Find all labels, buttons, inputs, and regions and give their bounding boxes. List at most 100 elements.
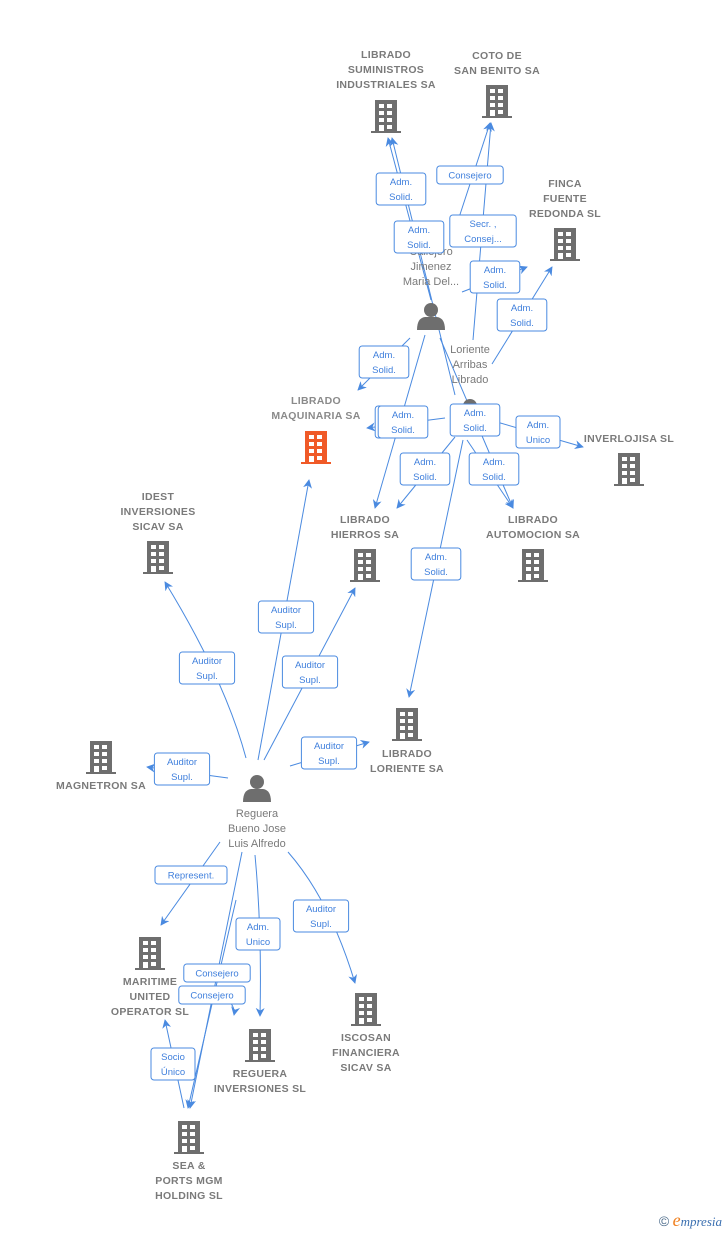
edge-label-reguera-to-seaports[interactable]: Consejero <box>183 963 251 983</box>
edge-label-text: Solid. <box>483 280 507 291</box>
node-label: Loriente <box>450 344 490 356</box>
building-icon <box>550 228 580 261</box>
node-label: Bueno Jose <box>228 823 286 835</box>
node-label: HIERROS SA <box>331 529 399 541</box>
node-label: COTO DE <box>472 50 522 62</box>
node-callejero[interactable]: CallejeroJimenezMaria Del... <box>403 246 459 330</box>
node-label: INDUSTRIALES SA <box>336 79 436 91</box>
node-label: REDONDA SL <box>529 208 601 220</box>
edge-label-reguera-to-hierros[interactable]: Auditor Supl. <box>281 655 339 689</box>
empresia-logo-initial: e <box>672 1210 681 1230</box>
node-reguera[interactable]: Reguera Bueno Jose Luis Alfredo <box>228 775 286 850</box>
edge-label-text: Auditor <box>167 757 197 768</box>
edge-label-callejero-to-automocion[interactable]: Adm. Solid. <box>449 403 501 437</box>
edge-label-text: Auditor <box>314 741 344 752</box>
edge-label-text: Adm. <box>484 265 506 276</box>
network-diagram: LIBRADO SUMINISTROS INDUSTRIALES SA COTO DE… <box>56 49 674 1202</box>
node-maritime[interactable]: MARITIME UNITED OPERATOR SL <box>111 937 189 1018</box>
edge-label-text: Socio <box>161 1052 185 1063</box>
person-icon <box>243 775 271 802</box>
node-suministros[interactable]: LIBRADO SUMINISTROS INDUSTRIALES SA <box>336 49 436 133</box>
edge-label-text: Supl. <box>275 620 297 631</box>
node-label: SEA & <box>172 1160 205 1172</box>
edge-label-loriente_p-to-inverlojisa[interactable]: Adm. Unico <box>515 415 561 449</box>
edge-label-text: Consejero <box>195 969 238 980</box>
edge-label-reguera-to-loriente_sa[interactable]: Auditor Supl. <box>300 736 358 770</box>
edge-label-text: Auditor <box>192 656 222 667</box>
edge-label-text: Adm. <box>408 225 430 236</box>
node-coto[interactable]: COTO DE SAN BENITO SA <box>454 50 540 118</box>
edge-label-text: Unico <box>526 435 550 446</box>
edge-label-text: Represent. <box>168 871 214 882</box>
edge-label-text: Adm. <box>483 457 505 468</box>
edge-label-text: Supl. <box>310 919 332 930</box>
person-icon <box>417 303 445 330</box>
edge-label-loriente_p-to-finca[interactable]: Adm. Solid. <box>496 298 548 332</box>
empresia-credit[interactable]: © empresia <box>659 1210 722 1231</box>
node-reguera-inv[interactable]: REGUERA INVERSIONES SL <box>214 1029 307 1095</box>
node-label: FINANCIERA <box>332 1047 400 1059</box>
edge-label-loriente_p-to-coto[interactable]: Secr. , Consej... <box>449 214 517 248</box>
edge-label-callejero-to-suministros[interactable]: Adm. Solid. <box>375 172 427 206</box>
node-seaports[interactable]: SEA & PORTS MGM HOLDING SL <box>155 1121 223 1202</box>
edge-label-text: Solid. <box>407 240 431 251</box>
edge-label-reguera-to-magnetron[interactable]: Auditor Supl. <box>153 752 211 786</box>
building-icon <box>174 1121 204 1154</box>
building-icon <box>518 549 548 582</box>
node-idest[interactable]: IDEST INVERSIONES SICAV SA <box>120 491 195 574</box>
node-label: Jimenez <box>411 261 452 273</box>
edge-label-callejero-to-hierros[interactable]: Adm. Solid. <box>377 405 429 439</box>
edge-label-text: Auditor <box>306 904 336 915</box>
edge-label-text: Único <box>161 1067 185 1078</box>
edge-label-text: Adm. <box>511 303 533 314</box>
edge-label-text: Consejero <box>448 171 491 182</box>
building-icon <box>392 708 422 741</box>
edge-label-callejero-to-coto[interactable]: Consejero <box>436 165 504 185</box>
node-label: LORIENTE SA <box>370 763 444 775</box>
edge-label-reguera-to-seaports[interactable]: Consejero <box>178 985 246 1005</box>
node-inverlojisa[interactable]: INVERLOJISA SL <box>584 433 674 486</box>
node-label: Reguera <box>236 808 279 820</box>
node-label: LIBRADO <box>291 395 341 407</box>
edge-label-callejero-to-finca[interactable]: Adm. Solid. <box>469 260 521 294</box>
node-label: SICAV SA <box>132 521 183 533</box>
node-loriente-sa[interactable]: LIBRADO LORIENTE SA <box>370 708 444 775</box>
edge-label-callejero-to-maquinaria[interactable]: Adm. Solid. <box>358 345 410 379</box>
edge-label-text: Auditor <box>271 605 301 616</box>
edge-label-text: Supl. <box>299 675 321 686</box>
edge-label-text: Consej... <box>464 234 502 245</box>
edge-label-text: Secr. , <box>470 219 497 230</box>
edge-label-loriente_p-to-hierros[interactable]: Adm. Solid. <box>399 452 451 486</box>
node-magnetron[interactable]: MAGNETRON SA <box>56 741 146 792</box>
edge-label-text: Solid. <box>389 192 413 203</box>
node-label: PORTS MGM <box>155 1175 222 1187</box>
building-icon <box>86 741 116 774</box>
node-label: SICAV SA <box>340 1062 391 1074</box>
edge-label-loriente_p-to-automocion[interactable]: Adm. Solid. <box>468 452 520 486</box>
building-icon <box>351 993 381 1026</box>
node-label: OPERATOR SL <box>111 1006 189 1018</box>
edge-label-text: Solid. <box>510 318 534 329</box>
node-hierros[interactable]: LIBRADO HIERROS SA <box>331 514 399 582</box>
node-iscosan[interactable]: ISCOSAN FINANCIERA SICAV SA <box>332 993 400 1074</box>
edge-label-text: Adm. <box>392 410 414 421</box>
edge-label-text: Supl. <box>171 772 193 783</box>
edge-label-reguera-to-reguera_inv[interactable]: Adm. Unico <box>235 917 281 951</box>
node-finca[interactable]: FINCA FUENTE REDONDA SL <box>529 178 601 261</box>
edge-label-text: Supl. <box>196 671 218 682</box>
edge-label-reguera-to-maritime[interactable]: Represent. <box>154 865 228 885</box>
nodes-layer: LIBRADO SUMINISTROS INDUSTRIALES SA COTO DE… <box>56 49 674 1202</box>
copyright-icon: © <box>658 1213 670 1229</box>
edge-label-reguera-to-iscosan[interactable]: Auditor Supl. <box>292 899 350 933</box>
edge-label-text: Adm. <box>464 408 486 419</box>
edge-label-text: Solid. <box>391 425 415 436</box>
edge-label-reguera-to-maquinaria[interactable]: Auditor Supl. <box>257 600 315 634</box>
edge-label-reguera-to-idest[interactable]: Auditor Supl. <box>178 651 236 685</box>
edge-label-loriente_p-to-loriente_sa[interactable]: Adm. Solid. <box>410 547 462 581</box>
node-automocion[interactable]: LIBRADO AUTOMOCION SA <box>486 514 580 582</box>
node-maquinaria[interactable]: LIBRADO MAQUINARIA SA <box>271 395 360 464</box>
edge-label-text: Solid. <box>372 365 396 376</box>
edge-label-loriente_p-to-suministros[interactable]: Adm. Solid. <box>393 220 445 254</box>
edge-label-seaports-to-maritime[interactable]: Socio Único <box>150 1047 196 1081</box>
node-label: ISCOSAN <box>341 1032 391 1044</box>
